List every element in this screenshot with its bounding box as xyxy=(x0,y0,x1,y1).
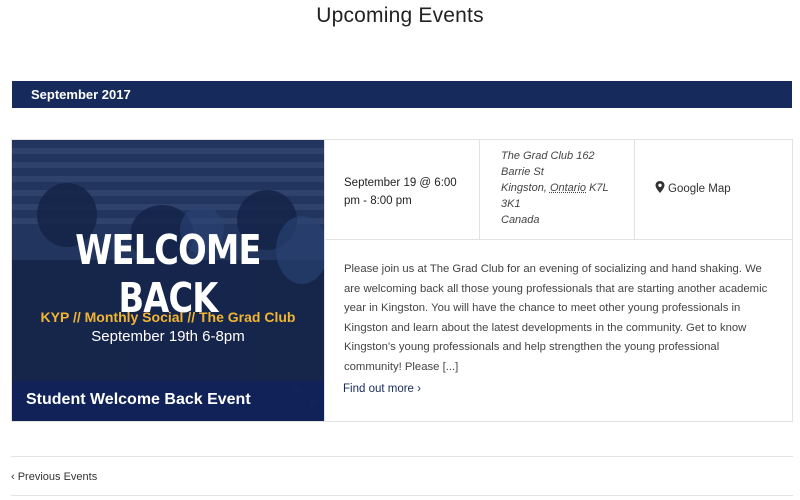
image-date-text: September 19th 6-8pm xyxy=(91,328,245,345)
google-map-link[interactable]: Google Map xyxy=(635,140,793,239)
find-out-more-link[interactable]: Find out more › xyxy=(343,383,421,395)
venue-city: Kingston, xyxy=(501,182,547,194)
venue-line-2: Barrie St xyxy=(501,166,544,178)
event-time-line-1: September 19 @ 6:00 xyxy=(344,177,457,189)
event-title[interactable]: Student Welcome Back Event xyxy=(26,391,251,409)
month-label: September 2017 xyxy=(31,87,131,102)
event-details-row: September 19 @ 6:00 pm - 8:00 pm The Gra… xyxy=(324,140,792,240)
venue-line-1: The Grad Club 162 xyxy=(501,150,595,162)
event-venue: The Grad Club 162 Barrie St Kingston, On… xyxy=(480,140,635,239)
previous-events-link[interactable]: ‹ Previous Events xyxy=(11,471,97,483)
venue-postal-b: 3K1 xyxy=(501,198,521,210)
month-separator: September 2017 xyxy=(12,81,792,108)
event-datetime: September 19 @ 6:00 pm - 8:00 pm xyxy=(325,140,480,239)
google-map-label: Google Map xyxy=(668,183,731,195)
events-footer-nav: ‹ Previous Events xyxy=(11,456,793,496)
map-marker-icon xyxy=(655,181,665,193)
image-subheadline: KYP // Monthly Social // The Grad Club xyxy=(40,309,296,325)
venue-country: Canada xyxy=(501,214,540,226)
event-featured-image[interactable]: WELCOME BACK KYP // Monthly Social // Th… xyxy=(12,140,324,421)
event-card: WELCOME BACK KYP // Monthly Social // Th… xyxy=(11,139,793,422)
page-title: Upcoming Events xyxy=(316,4,484,27)
venue-province: Ontario xyxy=(549,182,587,194)
event-time-line-2: pm - 8:00 pm xyxy=(344,195,412,207)
image-headline: WELCOME BACK xyxy=(75,226,261,322)
venue-postal-a: K7L xyxy=(589,182,609,194)
